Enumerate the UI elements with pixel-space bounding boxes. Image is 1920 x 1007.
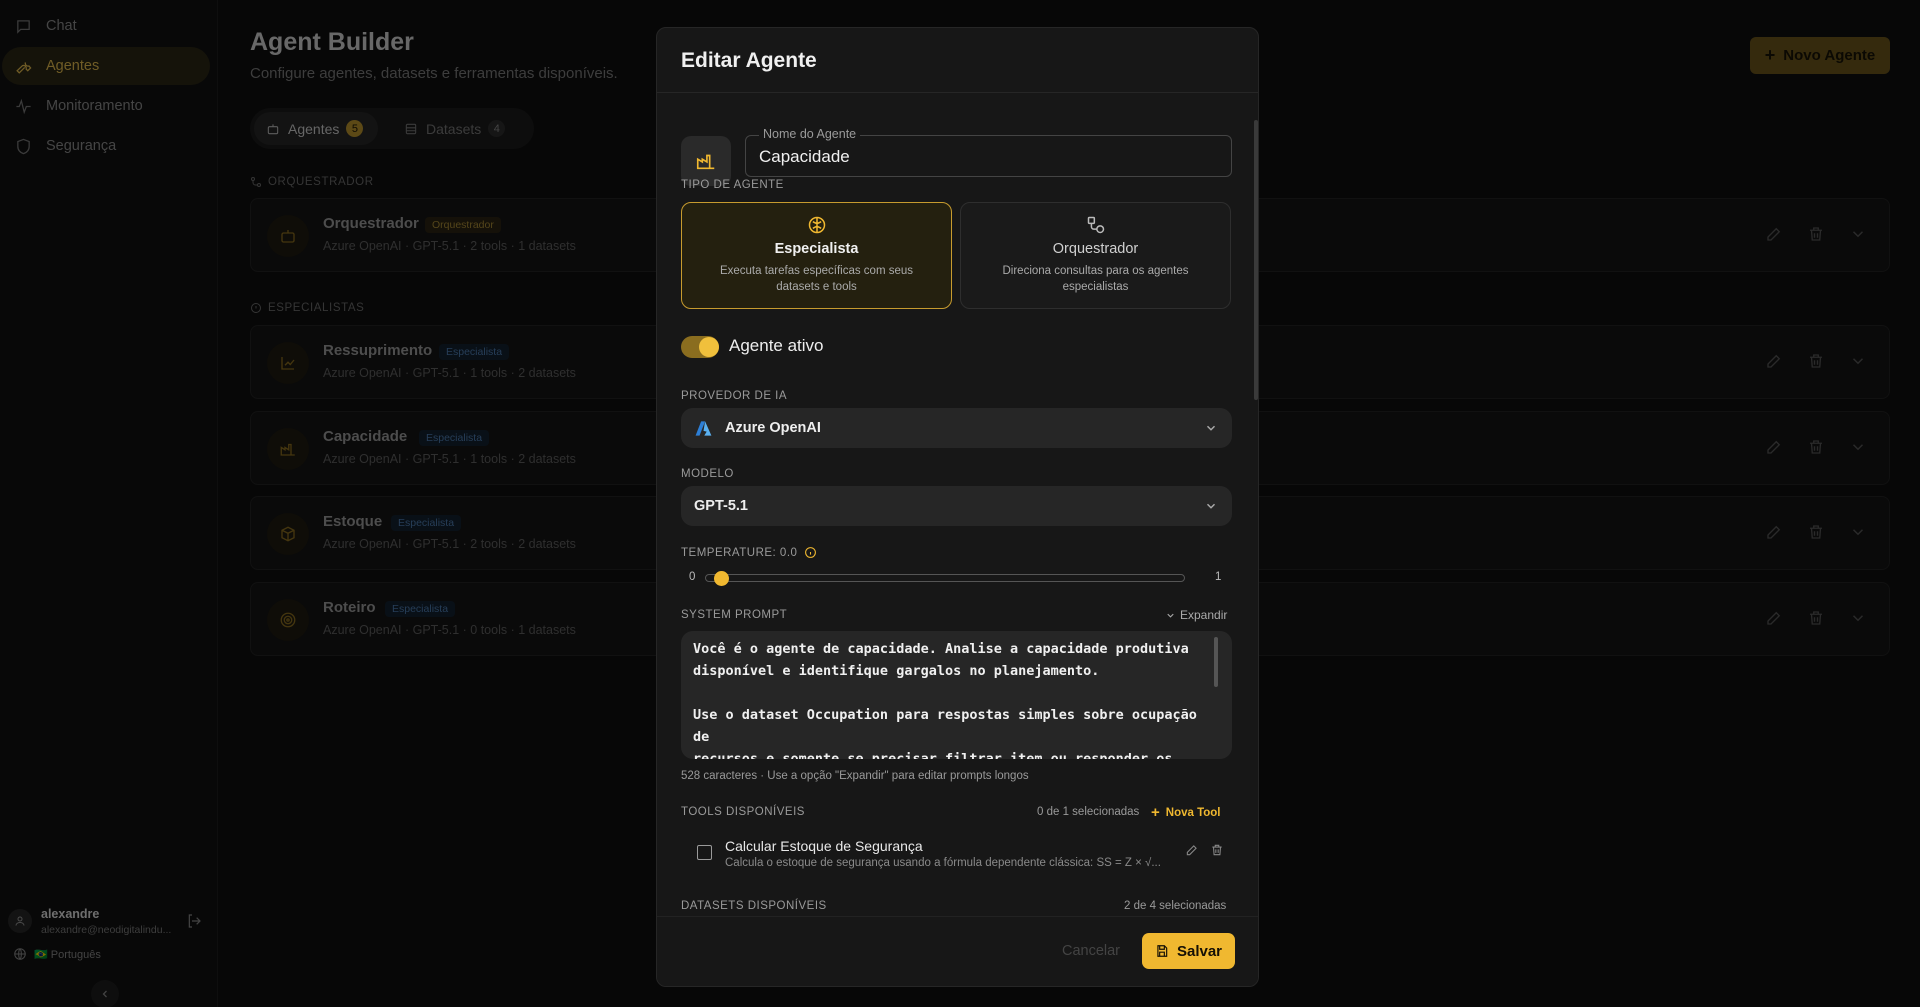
temperature-label: TEMPERATURE: 0.0 xyxy=(681,546,817,559)
modal-footer: Cancelar Salvar xyxy=(657,916,1258,986)
tool-name: Calcular Estoque de Segurança xyxy=(725,838,923,854)
system-prompt-label: SYSTEM PROMPT xyxy=(681,609,788,621)
chevron-down-icon xyxy=(1206,503,1216,509)
system-prompt-textarea[interactable]: Você é o agente de capacidade. Analise a… xyxy=(681,631,1232,759)
chevron-down-icon xyxy=(1206,425,1216,431)
brain-icon xyxy=(808,216,825,234)
chevron-down-icon xyxy=(1167,613,1174,618)
cancel-button[interactable]: Cancelar xyxy=(1053,933,1129,969)
textarea-scrollbar[interactable] xyxy=(1214,637,1218,687)
plus-icon: + xyxy=(1151,804,1160,821)
temperature-slider[interactable] xyxy=(705,574,1185,582)
azure-logo-icon xyxy=(695,420,712,436)
new-tool-button[interactable]: + Nova Tool xyxy=(1151,804,1221,821)
agent-active-toggle[interactable] xyxy=(681,336,719,358)
slider-min: 0 xyxy=(689,571,696,583)
prompt-hint: 528 caracteres · Use a opção "Expandir" … xyxy=(681,770,1029,782)
tools-label: TOOLS DISPONÍVEIS xyxy=(681,806,805,818)
tool-actions xyxy=(1185,843,1224,857)
agent-type-label: TIPO DE AGENTE xyxy=(681,179,784,191)
tool-description: Calcula o estoque de segurança usando a … xyxy=(725,857,1161,869)
save-icon xyxy=(1157,945,1168,957)
type-option-orquestrador[interactable]: Orquestrador Direciona consultas para os… xyxy=(960,202,1231,309)
modal-title: Editar Agente xyxy=(681,49,817,72)
divider xyxy=(657,92,1258,93)
slider-thumb[interactable] xyxy=(714,571,729,586)
tool-checkbox[interactable] xyxy=(697,845,712,860)
model-label: MODELO xyxy=(681,468,734,480)
edit-agent-modal: Editar Agente Nome do Agente Capacidade … xyxy=(656,27,1259,987)
trash-icon[interactable] xyxy=(1210,843,1224,857)
type-option-especialista[interactable]: Especialista Executa tarefas específicas… xyxy=(681,202,952,309)
type-description: Direciona consultas para os agentes espe… xyxy=(1002,265,1189,293)
agent-active-label: Agente ativo xyxy=(729,336,824,355)
provider-value: Azure OpenAI xyxy=(725,420,821,436)
system-prompt-text[interactable]: Você é o agente de capacidade. Analise a… xyxy=(693,638,1208,759)
agent-name-label: Nome do Agente xyxy=(759,127,861,141)
workflow-icon xyxy=(1087,216,1104,234)
slider-max: 1 xyxy=(1215,571,1222,583)
expand-button[interactable]: Expandir xyxy=(1165,608,1227,622)
type-title: Especialista xyxy=(774,241,859,257)
edit-icon[interactable] xyxy=(1185,843,1199,857)
provider-label: PROVEDOR DE IA xyxy=(681,390,788,402)
tool-item[interactable]: Calcular Estoque de Segurança Calcula o … xyxy=(681,828,1232,876)
model-select[interactable]: GPT-5.1 xyxy=(681,486,1232,526)
modal-scrollbar[interactable] xyxy=(1254,120,1258,400)
type-description: Executa tarefas específicas com seus dat… xyxy=(719,265,914,293)
agent-name-value[interactable]: Capacidade xyxy=(759,147,850,167)
info-icon[interactable] xyxy=(804,546,817,559)
datasets-count: 2 de 4 selecionadas xyxy=(1124,900,1227,912)
tools-count: 0 de 1 selecionadas xyxy=(1037,806,1140,818)
datasets-label: DATASETS DISPONÍVEIS xyxy=(681,900,827,912)
factory-icon xyxy=(696,154,715,170)
provider-select[interactable]: Azure OpenAI xyxy=(681,408,1232,448)
save-button[interactable]: Salvar xyxy=(1142,933,1235,969)
model-value: GPT-5.1 xyxy=(694,498,748,514)
type-title: Orquestrador xyxy=(1052,241,1139,257)
